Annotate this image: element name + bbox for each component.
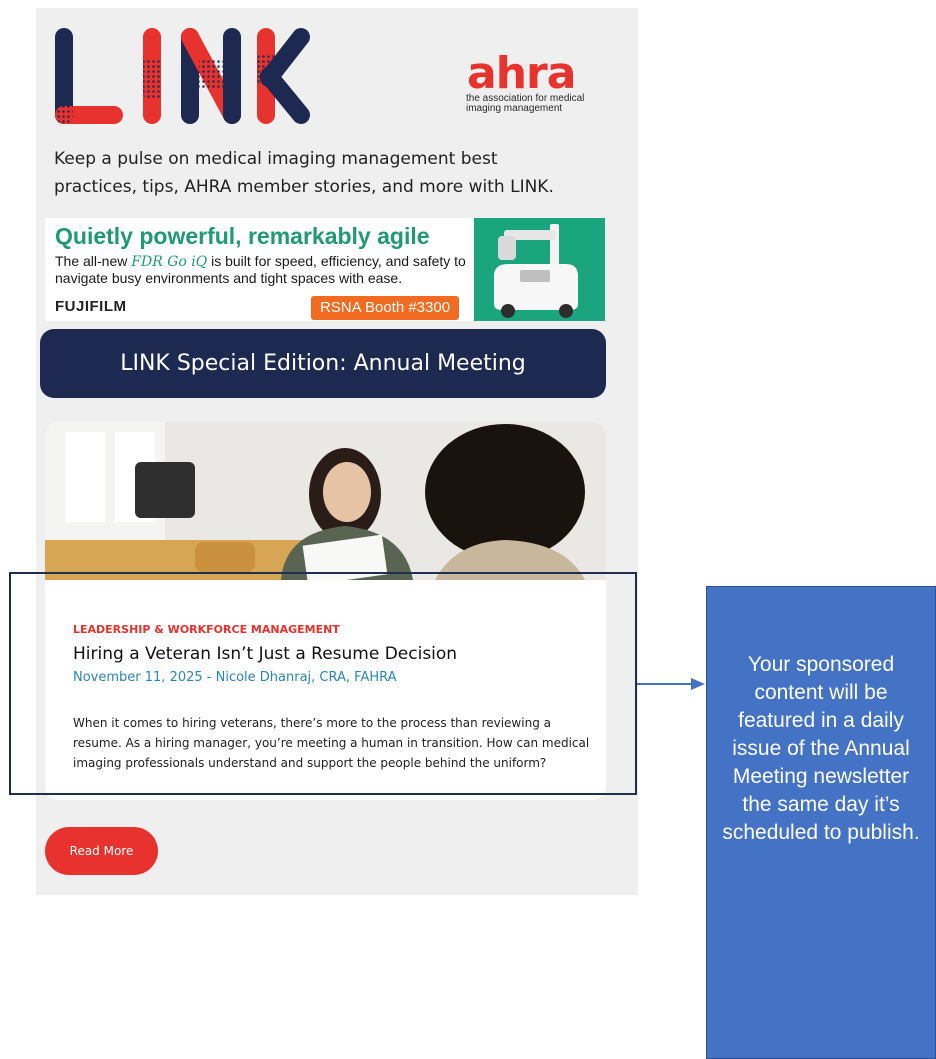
annotation-callout: Your sponsored content will be featured … — [706, 586, 936, 1059]
ad-body: The all-new FDR Go iQ is built for speed… — [55, 253, 466, 286]
ahra-tagline: the association for medical imaging mana… — [466, 93, 585, 114]
ahra-logo: ahra the association for medical imaging… — [466, 48, 626, 114]
xray-machine-image — [474, 218, 605, 321]
fujifilm-logo: FUJIFILM — [55, 298, 127, 315]
intro-text: Keep a pulse on medical imaging manageme… — [54, 149, 554, 197]
arrow-right-icon — [637, 678, 705, 690]
ad-headline: Quietly powerful, remarkably agile — [55, 223, 430, 249]
ahra-wordmark: ahra — [467, 48, 576, 99]
highlight-box — [9, 572, 637, 795]
special-edition-banner: LINK Special Edition: Annual Meeting — [40, 329, 606, 398]
link-logo — [55, 28, 310, 124]
sponsor-ad-banner[interactable]: Quietly powerful, remarkably agile The a… — [45, 218, 605, 321]
ad-booth-badge: RSNA Booth #3300 — [311, 296, 459, 320]
read-more-button[interactable]: Read More — [45, 827, 158, 875]
article-photo — [45, 422, 606, 580]
ad-product-name: FDR Go iQ — [131, 254, 208, 270]
